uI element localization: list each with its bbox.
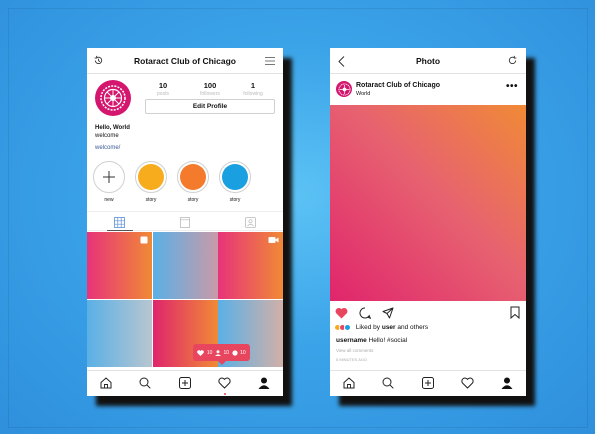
refresh-icon[interactable] xyxy=(507,55,518,66)
menu-icon[interactable] xyxy=(264,56,276,66)
active-tab-indicator xyxy=(107,230,133,231)
comment-icon[interactable] xyxy=(359,307,371,319)
photo-screen: Photo Rotaract Club of Chicago World ••• xyxy=(330,48,526,396)
highlight-circle xyxy=(219,161,251,193)
highlight-story[interactable]: story xyxy=(134,161,168,203)
posts-grid xyxy=(87,232,283,368)
profile-icon[interactable] xyxy=(501,377,513,389)
page-title: Photo xyxy=(415,56,441,66)
bio-text: welcome xyxy=(95,133,119,139)
liked-by-suffix: and others xyxy=(395,324,429,332)
following-label: following xyxy=(243,91,263,97)
post-timestamp: 5 MINUTES AGO xyxy=(336,357,368,362)
home-icon[interactable] xyxy=(100,377,112,389)
post-username[interactable]: Rotaract Club of Chicago xyxy=(356,82,440,89)
notification-pointer xyxy=(218,361,226,365)
profile-tabs xyxy=(87,211,283,231)
caption-text: Hello! #social xyxy=(366,337,408,344)
highlight-thumb xyxy=(180,164,206,190)
highlight-story[interactable]: story xyxy=(218,161,252,203)
caption-username[interactable]: username xyxy=(336,337,367,344)
post-thumbnail[interactable] xyxy=(152,232,218,299)
multi-photo-icon xyxy=(140,236,148,244)
post-avatar[interactable] xyxy=(336,81,352,97)
plus-icon xyxy=(103,171,115,183)
heart-icon[interactable] xyxy=(461,377,474,389)
heart-icon[interactable] xyxy=(218,377,231,389)
like-icon[interactable] xyxy=(335,307,348,319)
share-icon[interactable] xyxy=(382,307,394,319)
highlight-story[interactable]: story xyxy=(176,161,210,203)
add-icon[interactable] xyxy=(422,377,434,389)
post-photo[interactable] xyxy=(330,105,526,301)
highlight-label: story xyxy=(187,197,199,203)
highlight-label: story xyxy=(145,197,157,203)
search-icon[interactable] xyxy=(382,377,394,389)
highlight-circle xyxy=(177,161,209,193)
activity-notification[interactable]: 10 10 10 xyxy=(193,344,250,361)
bio-link[interactable]: welcome/ xyxy=(95,145,120,151)
profile-header: Rotaract Club of Chicago xyxy=(87,48,283,74)
rotary-wheel-icon xyxy=(100,85,126,111)
post-thumbnail[interactable] xyxy=(87,299,152,367)
liked-by-user[interactable]: user xyxy=(382,324,396,331)
page-title: Rotaract Club of Chicago xyxy=(133,56,236,66)
view-all-comments-link[interactable]: View all comments xyxy=(336,348,373,353)
highlight-label: new xyxy=(104,197,114,203)
photo-header: Photo xyxy=(330,48,526,74)
post-location[interactable]: World xyxy=(356,91,370,97)
post-thumbnail[interactable] xyxy=(87,232,152,299)
highlight-circle xyxy=(93,161,125,193)
highlight-circle xyxy=(135,161,167,193)
followers-label: followers xyxy=(200,91,220,97)
liked-by[interactable]: Liked by user and others xyxy=(334,324,428,331)
comment-icon xyxy=(231,349,238,356)
heart-icon xyxy=(197,349,205,356)
highlight-new[interactable]: new xyxy=(92,161,126,203)
bottom-nav xyxy=(330,370,526,396)
more-options-button[interactable]: ••• xyxy=(506,81,518,92)
post-actions xyxy=(330,304,526,322)
liker-avatar xyxy=(344,324,351,331)
posts-count: 10 xyxy=(158,81,168,90)
comments-count: 10 xyxy=(240,349,246,356)
likes-count: 10 xyxy=(206,349,213,356)
activity-dot xyxy=(224,393,226,395)
rotary-wheel-icon xyxy=(337,82,351,96)
highlight-label: story xyxy=(229,197,241,203)
posts-label: posts xyxy=(157,91,169,97)
post-header: Rotaract Club of Chicago World ••• xyxy=(334,79,522,101)
edit-profile-button[interactable]: Edit Profile xyxy=(145,99,275,114)
profile-icon[interactable] xyxy=(258,377,270,389)
follows-count: 10 xyxy=(223,349,230,356)
highlight-thumb xyxy=(222,164,248,190)
bookmark-icon[interactable] xyxy=(510,306,520,319)
tagged-icon[interactable] xyxy=(245,217,256,228)
profile-screen: Rotaract Club of Chicago 10 posts 100 fo… xyxy=(87,48,283,396)
followers-count: 100 xyxy=(203,81,217,90)
bio-name: Hello, World xyxy=(95,125,130,131)
posts-stat[interactable]: 10 posts xyxy=(148,81,178,97)
followers-stat[interactable]: 100 followers xyxy=(195,81,225,97)
add-icon[interactable] xyxy=(179,377,191,389)
post-thumbnail[interactable] xyxy=(218,232,283,299)
following-count: 1 xyxy=(250,81,256,90)
highlight-thumb xyxy=(138,164,164,190)
post-caption: username Hello! #social xyxy=(336,337,407,344)
grid-icon[interactable] xyxy=(114,217,125,228)
bottom-nav xyxy=(87,370,283,396)
feed-icon[interactable] xyxy=(180,217,190,228)
user-icon xyxy=(214,349,221,356)
liked-by-prefix: Liked by xyxy=(355,324,382,332)
following-stat[interactable]: 1 following xyxy=(238,81,268,97)
video-icon xyxy=(268,237,279,243)
search-icon[interactable] xyxy=(139,377,151,389)
home-icon[interactable] xyxy=(343,377,355,389)
avatar[interactable] xyxy=(95,80,131,116)
